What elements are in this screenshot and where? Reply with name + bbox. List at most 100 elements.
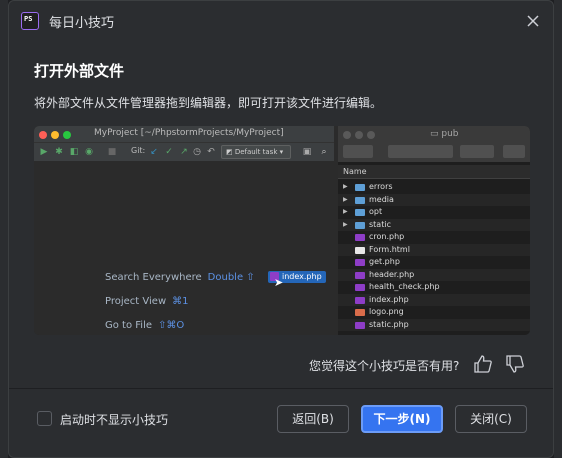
thumbs-up-icon[interactable] <box>473 354 493 374</box>
tip-heading: 打开外部文件 <box>34 62 125 80</box>
pointer-cursor-icon: ➤ <box>274 276 284 289</box>
hint-shortcut: ⌘1 <box>172 296 189 307</box>
profile-icon: ◉ <box>85 147 93 157</box>
push-icon: ↗ <box>180 147 188 157</box>
tip-illustration: MyProject [~/PhpstormProjects/MyProject]… <box>34 126 530 335</box>
php-file-icon <box>355 296 365 304</box>
folder-file-icon <box>355 184 365 191</box>
history-icon: ◷ <box>193 147 201 157</box>
file-name: static.php <box>369 319 409 329</box>
file-name: media <box>369 194 394 204</box>
php-file-icon <box>355 259 365 266</box>
file-name: cron.php <box>369 232 405 241</box>
file-list-item: logo.png <box>338 306 530 319</box>
ide-editor-area: Search Everywhere Double ⇧ Project View ⌘1… <box>34 162 334 335</box>
ide-window-illustration: MyProject [~/PhpstormProjects/MyProject]… <box>34 126 334 335</box>
view-mode-icon <box>388 145 453 158</box>
tip-of-the-day-dialog: PS 每日小技巧 打开外部文件 将外部文件从文件管理器拖到编辑器，即可打开该文件… <box>8 0 554 458</box>
action-gear-icon <box>503 145 525 158</box>
php-file-icon <box>355 321 365 329</box>
file-name: static <box>369 219 391 229</box>
feedback-question: 您觉得这个小技巧是否有用? <box>309 359 460 373</box>
back-forward-icon <box>343 145 373 158</box>
arrange-icon <box>460 145 494 158</box>
close-icon[interactable] <box>523 11 543 31</box>
file-list-item: header.php <box>338 268 530 281</box>
file-list-item: static.php <box>338 318 530 331</box>
zoom-dot-icon <box>63 131 71 139</box>
hint-shortcut: ⇧⌘O <box>158 320 185 331</box>
layout-icon: ▣ <box>302 147 312 157</box>
file-list-item: ▶ opt <box>338 206 530 219</box>
run-icon: ▶ <box>40 147 48 157</box>
dont-show-checkbox[interactable] <box>37 411 52 426</box>
dont-show-label: 启动时不显示小技巧 <box>60 413 169 427</box>
file-list-item: cron.php <box>338 231 530 244</box>
file-name: get.php <box>369 257 400 266</box>
zoom-dot-icon <box>367 131 375 139</box>
footer-separator <box>9 388 553 389</box>
expand-arrow-icon: ▶ <box>343 208 348 215</box>
folder-file-icon <box>355 209 365 216</box>
back-button[interactable]: 返回(B) <box>277 405 349 433</box>
dialog-title: 每日小技巧 <box>49 16 115 31</box>
file-name: index.php <box>369 294 409 304</box>
file-manager-illustration: ▭ pub Name ▶ errors ▶ media ▶ opt ▶ static cron.… <box>338 126 530 335</box>
file-list-item: index.php <box>338 293 530 306</box>
file-name: health_check.php <box>369 282 440 291</box>
search-icon: ⌕ <box>321 147 327 157</box>
image-file-icon <box>355 309 365 316</box>
file-manager-title: ▭ pub <box>430 129 459 139</box>
hint-search-everywhere: Search Everywhere Double ⇧ <box>105 272 255 283</box>
php-file-icon <box>355 284 365 291</box>
hint-label: Project View <box>105 296 167 307</box>
git-label: Git: <box>131 146 146 155</box>
thumbs-down-icon[interactable] <box>505 354 525 374</box>
debug-icon: ✱ <box>55 147 63 157</box>
file-name: Form.html <box>369 244 410 254</box>
rollback-icon: ↶ <box>207 147 215 157</box>
coverage-icon: ◧ <box>69 147 79 157</box>
hint-label: Go to File <box>105 320 152 331</box>
file-list-item: health_check.php <box>338 281 530 294</box>
task-label: Default task <box>234 148 278 156</box>
stop-icon: ■ <box>107 147 117 157</box>
hint-shortcut: Double ⇧ <box>207 272 255 283</box>
file-list-item: ▶ errors <box>338 181 530 194</box>
hint-project-view: Project View ⌘1 <box>105 296 189 307</box>
folder-file-icon <box>355 221 365 229</box>
file-name: logo.png <box>369 307 404 316</box>
expand-arrow-icon: ▶ <box>343 195 348 203</box>
expand-arrow-icon: ▶ <box>343 220 348 228</box>
file-list-item: ▶ static <box>338 218 530 231</box>
html-file-icon <box>355 246 365 254</box>
close-dot-icon <box>39 131 47 139</box>
file-name: errors <box>369 182 393 191</box>
dialog-titlebar: PS 每日小技巧 <box>9 1 553 41</box>
close-button[interactable]: 关闭(C) <box>455 405 527 433</box>
file-list-item: ▶ media <box>338 193 530 206</box>
folder-file-icon <box>355 196 365 204</box>
php-file-icon <box>355 234 365 241</box>
ide-titlebar: MyProject [~/PhpstormProjects/MyProject] <box>34 126 334 143</box>
file-list-item: get.php <box>338 256 530 269</box>
next-button[interactable]: 下一步(N) <box>361 405 443 433</box>
file-name: opt <box>369 207 383 216</box>
file-name: header.php <box>369 269 415 279</box>
update-icon: ↙ <box>150 147 158 157</box>
file-list-item: Form.html <box>338 243 530 256</box>
background-editor-left <box>0 0 8 458</box>
file-list-header: Name <box>338 165 530 179</box>
tip-description: 将外部文件从文件管理器拖到编辑器，即可打开该文件进行编辑。 <box>34 96 383 110</box>
folder-name: pub <box>441 129 459 139</box>
ide-toolbar: ▶ ✱ ◧ ◉ ■ Git: ↙ ✓ ↗ ◷ ↶ ◩ Default task … <box>34 143 334 162</box>
dragged-file-name: index.php <box>282 272 322 281</box>
hint-label: Search Everywhere <box>105 272 202 283</box>
hint-go-to-file: Go to File ⇧⌘O <box>105 320 184 331</box>
minimize-dot-icon <box>51 131 59 139</box>
php-file-icon <box>355 271 365 279</box>
task-selector: ◩ Default task ▾ <box>221 145 291 159</box>
file-manager-titlebar: ▭ pub <box>338 126 530 162</box>
background-editor-right <box>554 0 562 458</box>
ide-title-text: MyProject [~/PhpstormProjects/MyProject] <box>94 128 284 138</box>
